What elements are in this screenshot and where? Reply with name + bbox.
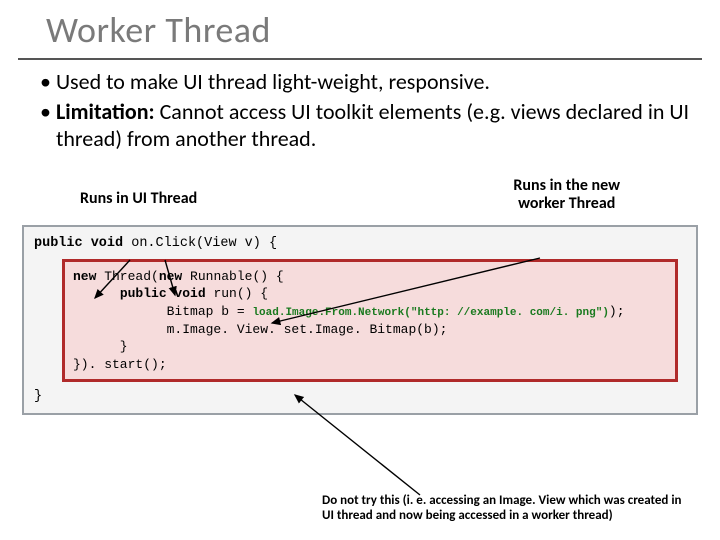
bullet-list: Used to make UI thread light-weight, res… <box>0 68 720 161</box>
page-title: Worker Thread <box>18 0 702 60</box>
code-outer-open: public void on.Click(View v) { <box>34 235 686 253</box>
code-inner-4: m.Image. View. set.Image. Bitmap(b); <box>73 321 667 339</box>
caption-ui-thread: Runs in UI Thread <box>80 189 197 208</box>
code-outer-close: } <box>34 388 686 406</box>
code-inner-6: }). start(); <box>73 356 667 374</box>
footnote: Do not try this (i. e. accessing an Imag… <box>322 493 692 524</box>
caption-worker-thread: Runs in the newworker Thread <box>513 177 620 214</box>
bullet-2: Limitation: Cannot access UI toolkit ele… <box>40 98 692 153</box>
code-inner-2: public void run() { <box>73 285 667 303</box>
code-block-inner: new Thread(new Runnable() { public void … <box>62 259 678 383</box>
bullet-2-strong: Limitation: <box>56 98 155 125</box>
bullet-1: Used to make UI thread light-weight, res… <box>40 68 692 96</box>
code-inner-3: Bitmap b = load.Image.From.Network("http… <box>73 303 667 321</box>
code-inner-5: } <box>73 338 667 356</box>
code-block-outer: public void on.Click(View v) { new Threa… <box>22 225 698 415</box>
code-inner-1: new Thread(new Runnable() { <box>73 268 667 286</box>
caption-row: Runs in UI Thread Runs in the newworker … <box>0 161 720 225</box>
